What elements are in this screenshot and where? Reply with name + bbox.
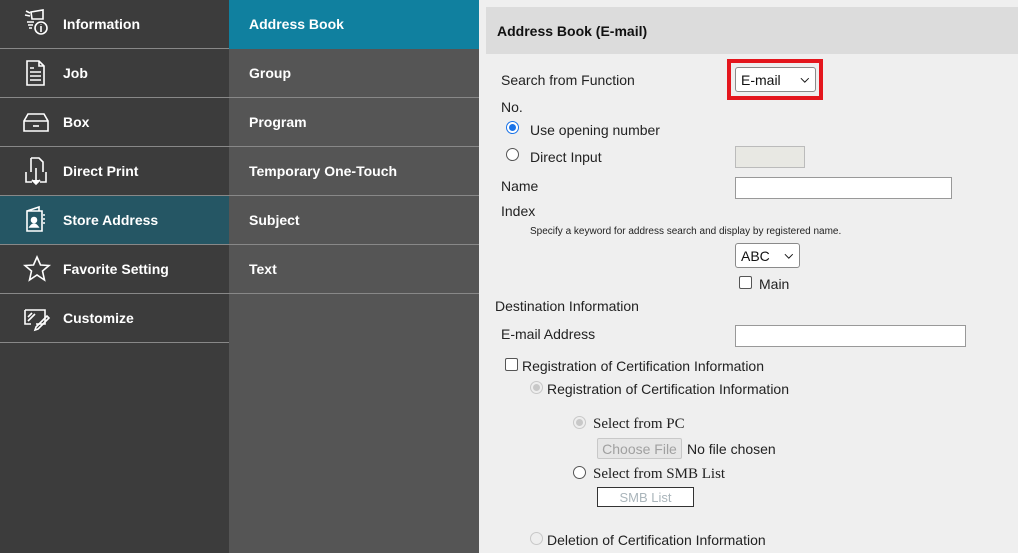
smb-list-button[interactable]: SMB List xyxy=(597,487,694,507)
registration-certification-radio-label: Registration of Certification Informatio… xyxy=(547,381,789,397)
subnav-item-temporary-one-touch[interactable]: Temporary One-Touch xyxy=(229,147,479,196)
email-address-input[interactable] xyxy=(735,325,966,347)
index-select[interactable]: ABC ⌵ xyxy=(735,243,800,268)
choose-file-button[interactable]: Choose File xyxy=(597,438,682,459)
box-tray-icon xyxy=(23,113,49,132)
nav-label: Customize xyxy=(63,310,134,326)
direct-input-label: Direct Input xyxy=(530,149,602,165)
search-function-select[interactable]: E-mail ⌵ xyxy=(735,67,816,92)
subnav-label: Temporary One-Touch xyxy=(249,163,398,179)
direct-print-icon xyxy=(25,157,47,186)
registration-certification-radio[interactable] xyxy=(530,381,543,394)
nav-item-customize[interactable]: Customize xyxy=(0,294,229,343)
direct-input-radio[interactable] xyxy=(506,148,519,161)
nav-label: Box xyxy=(63,114,90,130)
use-opening-number-radio[interactable] xyxy=(506,121,519,134)
nav-label: Information xyxy=(63,16,140,32)
address-book-icon xyxy=(26,205,45,232)
select-from-smb-radio[interactable] xyxy=(573,466,586,479)
index-hint: Specify a keyword for address search and… xyxy=(530,226,842,237)
name-input[interactable] xyxy=(735,177,952,199)
customize-icon xyxy=(24,309,51,332)
smb-list-label: SMB List xyxy=(619,489,672,505)
select-value: E-mail xyxy=(741,71,781,88)
deletion-certification-label: Deletion of Certification Information xyxy=(547,532,766,548)
main-label: Main xyxy=(759,276,790,292)
select-from-pc-label: Select from PC xyxy=(593,416,685,432)
nav-label: Store Address xyxy=(63,212,159,228)
select-from-pc-radio[interactable] xyxy=(573,416,586,429)
subnav-item-subject[interactable]: Subject xyxy=(229,196,479,245)
destination-information-label: Destination Information xyxy=(495,298,639,314)
chevron-down-icon: ⌵ xyxy=(800,73,809,85)
choose-file-label: Choose File xyxy=(602,440,677,457)
nav-label: Direct Print xyxy=(63,163,139,179)
form-header: Address Book (E-mail) xyxy=(486,7,1018,54)
search-from-function-label: Search from Function xyxy=(501,72,635,88)
chevron-down-icon: ⌵ xyxy=(784,249,793,261)
subnav-label: Group xyxy=(249,65,291,81)
nav-item-job[interactable]: Job xyxy=(0,49,229,98)
star-icon xyxy=(22,255,52,282)
direct-input-field[interactable] xyxy=(735,146,805,168)
job-document-icon xyxy=(26,60,45,86)
main-nav: Information Job Box Direct Print Store A… xyxy=(0,0,229,553)
information-icon xyxy=(24,9,48,35)
name-label: Name xyxy=(501,178,539,194)
nav-label: Favorite Setting xyxy=(63,261,169,277)
use-opening-number-label: Use opening number xyxy=(530,122,660,138)
nav-label: Job xyxy=(63,65,88,81)
sub-nav: Address Book Group Program Temporary One… xyxy=(229,0,479,553)
email-address-label: E-mail Address xyxy=(501,326,596,342)
subnav-label: Address Book xyxy=(249,16,344,32)
subnav-item-text[interactable]: Text xyxy=(229,245,479,294)
select-value: ABC xyxy=(741,247,770,264)
nav-item-information[interactable]: Information xyxy=(0,0,229,49)
main-checkbox[interactable] xyxy=(739,276,752,289)
subnav-item-program[interactable]: Program xyxy=(229,98,479,147)
registration-certification-label: Registration of Certification Informatio… xyxy=(522,358,764,374)
subnav-label: Text xyxy=(249,261,277,277)
nav-item-store-address[interactable]: Store Address xyxy=(0,196,229,245)
subnav-label: Program xyxy=(249,114,307,130)
subnav-item-address-book[interactable]: Address Book xyxy=(229,0,479,49)
index-label: Index xyxy=(501,203,536,219)
registration-certification-checkbox[interactable] xyxy=(505,358,518,371)
subnav-item-group[interactable]: Group xyxy=(229,49,479,98)
nav-item-favorite-setting[interactable]: Favorite Setting xyxy=(0,245,229,294)
page-title: Address Book (E-mail) xyxy=(497,23,648,39)
no-label: No. xyxy=(501,99,523,115)
nav-item-box[interactable]: Box xyxy=(0,98,229,147)
deletion-certification-radio[interactable] xyxy=(530,532,543,545)
no-file-chosen-text: No file chosen xyxy=(687,441,776,457)
select-from-smb-label: Select from SMB List xyxy=(593,466,726,482)
subnav-label: Subject xyxy=(249,212,300,228)
content-panel: Address Book (E-mail) Search from Functi… xyxy=(479,0,1018,553)
nav-item-direct-print[interactable]: Direct Print xyxy=(0,147,229,196)
